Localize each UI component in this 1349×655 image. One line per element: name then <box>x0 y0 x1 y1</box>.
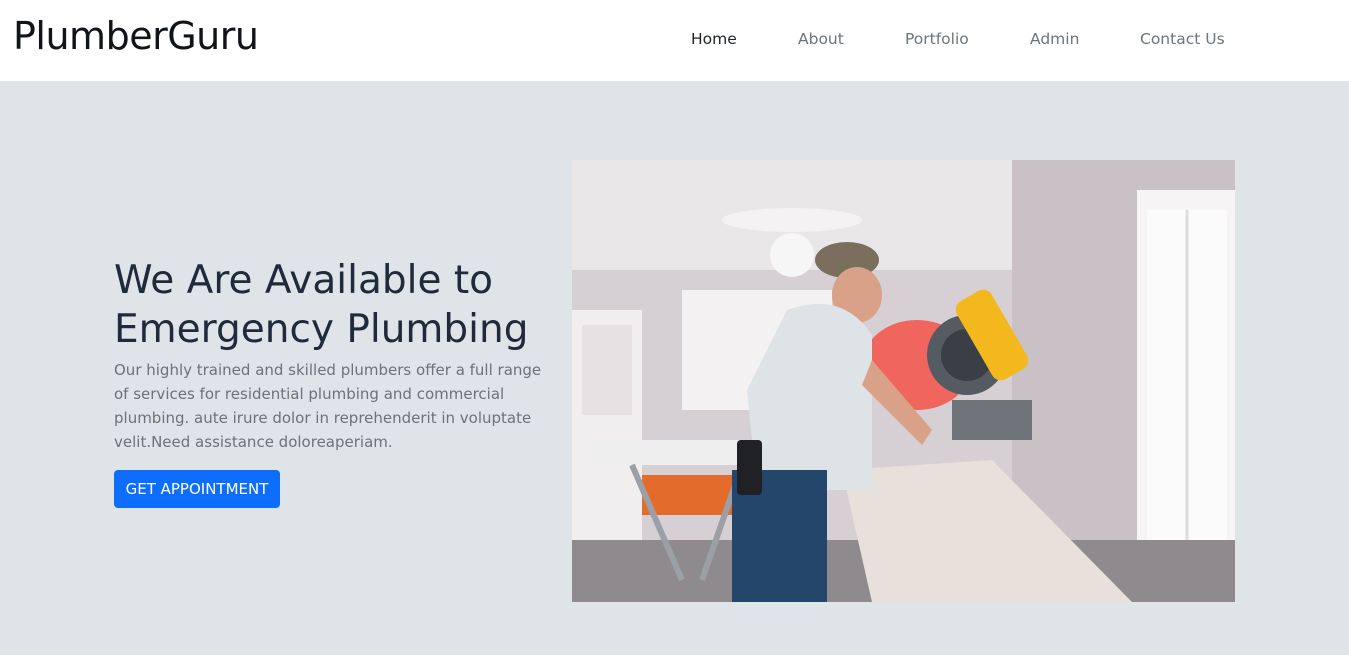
nav-links: Home About Portfolio Admin Contact Us <box>0 30 1349 52</box>
hero-photo <box>572 160 1235 602</box>
nav-item-admin[interactable]: Admin <box>1030 30 1079 48</box>
nav-item-portfolio[interactable]: Portfolio <box>905 30 969 48</box>
nav-item-home[interactable]: Home <box>691 30 737 48</box>
workers-miter-saw-illustration <box>572 160 1235 602</box>
hero-headline: We Are Available to Emergency Plumbing <box>114 256 554 354</box>
hero-headline-line2: Emergency Plumbing <box>114 307 529 352</box>
hero-description: Our highly trained and skilled plumbers … <box>114 361 542 451</box>
nav-item-contact-us[interactable]: Contact Us <box>1140 30 1225 48</box>
hero-headline-line1: We Are Available to <box>114 258 493 303</box>
get-appointment-button[interactable]: GET APPOINTMENT <box>114 470 280 508</box>
hero-section: We Are Available to Emergency Plumbing O… <box>0 81 1349 655</box>
nav-item-about[interactable]: About <box>798 30 844 48</box>
top-navbar: PlumberGuru Home About Portfolio Admin C… <box>0 0 1349 81</box>
